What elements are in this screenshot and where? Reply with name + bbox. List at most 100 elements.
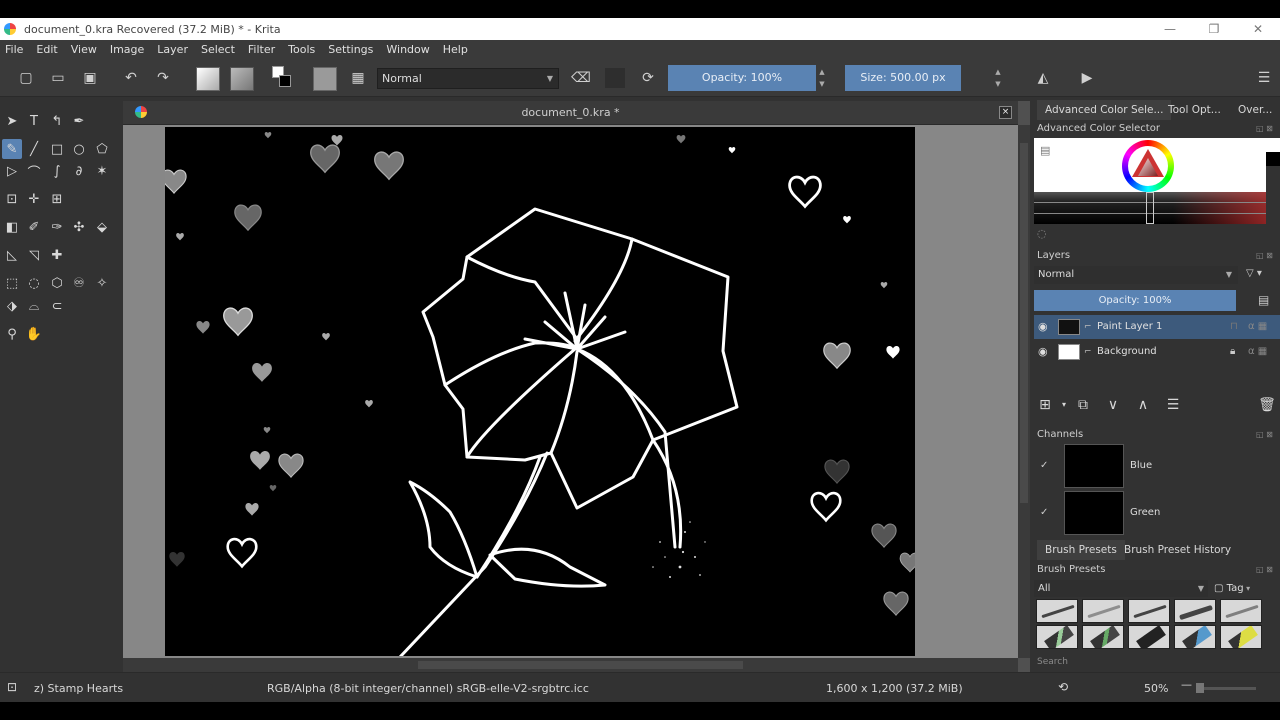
- color-picker-icon[interactable]: ✐: [24, 217, 44, 237]
- menu-help[interactable]: Help: [443, 43, 468, 56]
- duplicate-layer-icon[interactable]: ⧉: [1074, 396, 1092, 414]
- workspace-grid-icon[interactable]: ▦: [348, 68, 368, 88]
- menu-edit[interactable]: Edit: [36, 43, 57, 56]
- opacity-slider[interactable]: Opacity: 100%: [668, 65, 816, 91]
- eraser-icon[interactable]: ⌫: [571, 68, 591, 88]
- magnetic-select-icon[interactable]: ⊂: [47, 296, 67, 316]
- rectangle-tool-icon[interactable]: □: [47, 139, 67, 159]
- status-zoom[interactable]: 50%: [1144, 682, 1168, 695]
- magic-wand-icon[interactable]: ✧: [92, 273, 112, 293]
- tab-brush-preset-history[interactable]: Brush Preset History: [1116, 540, 1239, 560]
- assistant-tool-icon[interactable]: ◺: [2, 245, 22, 265]
- move-layer-up-icon[interactable]: ∧: [1134, 396, 1152, 414]
- pattern-icon[interactable]: [230, 67, 254, 91]
- layer-row-background[interactable]: ◉ ⌐ Background 🔒︎ α ▦: [1034, 340, 1280, 364]
- zoom-tool-icon[interactable]: ⚲: [2, 324, 22, 344]
- channels-float-icon[interactable]: ◱ ⊠: [1256, 430, 1273, 439]
- size-slider[interactable]: Size: 500.00 px: [845, 65, 961, 91]
- pan-tool-icon[interactable]: ✋: [24, 324, 44, 344]
- brush-preset-4[interactable]: [1174, 599, 1216, 623]
- visibility-eye-icon[interactable]: ◉: [1038, 315, 1048, 339]
- minimize-button[interactable]: —: [1148, 18, 1192, 40]
- multibrush-icon[interactable]: ✶: [92, 161, 112, 181]
- opacity-spin-arrows[interactable]: ▲ ▼: [817, 66, 827, 90]
- menu-tools[interactable]: Tools: [288, 43, 315, 56]
- delete-layer-icon[interactable]: 🗑︎: [1258, 396, 1276, 414]
- ellipse-select-icon[interactable]: ◌: [24, 273, 44, 293]
- zoom-out-icon[interactable]: —: [1181, 678, 1192, 691]
- menu-select[interactable]: Select: [201, 43, 235, 56]
- layer-blend-select[interactable]: Normal ▼: [1034, 266, 1238, 284]
- colorize-mask-icon[interactable]: ✣: [69, 217, 89, 237]
- freehand-path-icon[interactable]: ∫: [47, 161, 67, 181]
- color-settings-icon[interactable]: ▤: [1040, 144, 1050, 157]
- tab-tool-options[interactable]: Tool Opt...: [1160, 100, 1229, 120]
- channel-check-icon[interactable]: ✓: [1040, 460, 1048, 471]
- horizontal-scrollbar[interactable]: [123, 658, 1018, 672]
- brush-tag-button[interactable]: ▢ Tag ▾: [1214, 580, 1250, 597]
- document-tab[interactable]: document_0.kra * ×: [123, 101, 1018, 125]
- calligraphy-icon[interactable]: ✒: [69, 111, 89, 131]
- close-window-button[interactable]: ✕: [1236, 18, 1280, 40]
- status-brush-name[interactable]: z) Stamp Hearts: [34, 682, 123, 695]
- layers-float-icon[interactable]: ◱ ⊠: [1256, 251, 1273, 260]
- layer-row-paint-layer-1[interactable]: ◉ ⌐ Paint Layer 1 ⊓ α ▦: [1034, 315, 1280, 339]
- measure-tool-icon[interactable]: ◹: [24, 245, 44, 265]
- horizontal-scroll-thumb[interactable]: [418, 661, 743, 669]
- new-document-icon[interactable]: ▢: [16, 68, 36, 88]
- lock-icon[interactable]: 🔒︎: [1230, 340, 1235, 364]
- lock-icon[interactable]: ⊓: [1230, 315, 1238, 339]
- size-spin-arrows[interactable]: ▲ ▼: [993, 66, 1003, 90]
- brush-preset-1[interactable]: [1036, 599, 1078, 623]
- mirror-horizontal-icon[interactable]: ◭: [1033, 68, 1053, 88]
- menu-window[interactable]: Window: [386, 43, 429, 56]
- channel-check-icon[interactable]: ✓: [1040, 507, 1048, 518]
- brush-preset-9[interactable]: [1174, 625, 1216, 649]
- docker-float-icon[interactable]: ◱ ⊠: [1256, 124, 1273, 133]
- layer-opacity-slider[interactable]: Opacity: 100%: [1034, 290, 1236, 311]
- brush-preset-3[interactable]: [1128, 599, 1170, 623]
- redo-icon[interactable]: ↷: [153, 68, 173, 88]
- color-wheel[interactable]: [1122, 140, 1174, 192]
- brush-presets-float-icon[interactable]: ◱ ⊠: [1256, 565, 1273, 574]
- vertical-scrollbar[interactable]: [1018, 125, 1030, 658]
- rotate-icon[interactable]: ⟲: [1058, 680, 1068, 694]
- zoom-slider-handle[interactable]: [1196, 683, 1204, 693]
- transform-icon[interactable]: ⊞: [47, 189, 67, 209]
- brush-preset-2[interactable]: [1082, 599, 1124, 623]
- crop-icon[interactable]: ⊡: [2, 189, 22, 209]
- bezier-tool-icon[interactable]: ⌒: [24, 161, 44, 181]
- menu-settings[interactable]: Settings: [328, 43, 373, 56]
- drawing-canvas[interactable]: [165, 127, 915, 656]
- layer-thumbnail-mode-icon[interactable]: ▤: [1258, 293, 1269, 307]
- vertical-scroll-thumb[interactable]: [1020, 143, 1028, 503]
- add-layer-menu-icon[interactable]: ▾: [1055, 396, 1073, 414]
- ellipse-tool-icon[interactable]: ○: [69, 139, 89, 159]
- blend-mode-select[interactable]: Normal ▼: [377, 68, 559, 89]
- workspace-icon[interactable]: ☰: [1254, 68, 1274, 88]
- gradient-tool-icon[interactable]: ◧: [2, 217, 22, 237]
- brush-filter-select[interactable]: All ▼: [1034, 580, 1208, 597]
- line-tool-icon[interactable]: ╱: [24, 139, 44, 159]
- gradient-fg-icon[interactable]: [196, 67, 220, 91]
- freehand-brush-icon[interactable]: ✎: [2, 139, 22, 159]
- brush-preset-7[interactable]: [1082, 625, 1124, 649]
- menu-image[interactable]: Image: [110, 43, 144, 56]
- visibility-eye-icon[interactable]: ◉: [1038, 340, 1048, 364]
- move-tool-icon[interactable]: ✛: [24, 189, 44, 209]
- mirror-vertical-icon[interactable]: ▶: [1077, 68, 1097, 88]
- alpha-lock-icon[interactable]: α ▦: [1248, 315, 1267, 339]
- menu-view[interactable]: View: [71, 43, 97, 56]
- brush-search-input[interactable]: Search: [1037, 657, 1068, 667]
- brush-preset-6[interactable]: [1036, 625, 1078, 649]
- zoom-slider[interactable]: [1196, 687, 1256, 690]
- brush-preset-5[interactable]: [1220, 599, 1262, 623]
- tab-brush-presets[interactable]: Brush Presets: [1037, 540, 1125, 560]
- tab-overview[interactable]: Over...: [1230, 100, 1280, 120]
- text-tool-icon[interactable]: T: [24, 111, 44, 131]
- white-swatch[interactable]: [1266, 138, 1280, 152]
- rect-select-icon[interactable]: ⬚: [2, 273, 22, 293]
- menu-file[interactable]: File: [5, 43, 23, 56]
- close-document-button[interactable]: ×: [999, 106, 1012, 119]
- brush-preset-10[interactable]: [1220, 625, 1262, 649]
